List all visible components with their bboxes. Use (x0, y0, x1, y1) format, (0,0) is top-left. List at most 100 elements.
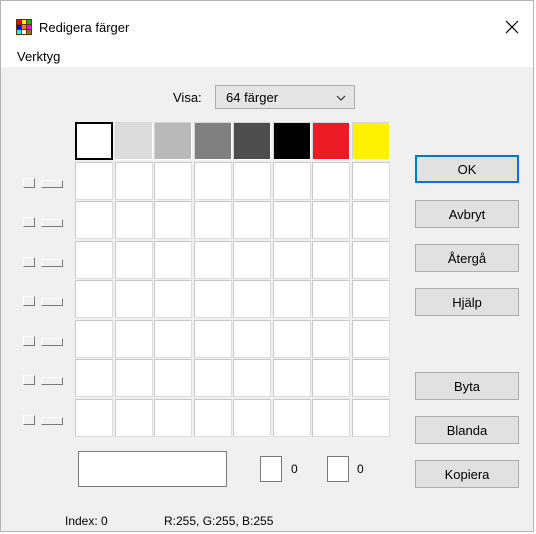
row-toggle[interactable] (23, 296, 35, 306)
color-cell[interactable] (154, 359, 192, 397)
row-toggle[interactable] (23, 414, 35, 425)
view-select[interactable]: 64 färger (215, 85, 355, 109)
color-cell[interactable] (233, 359, 271, 397)
palette-app-icon (16, 19, 32, 35)
color-cell[interactable] (193, 280, 232, 318)
chevron-down-icon (336, 95, 346, 101)
color-cell[interactable] (351, 319, 390, 358)
color-cell[interactable] (193, 240, 232, 279)
color-cell[interactable] (233, 122, 271, 160)
copy-button[interactable]: Kopiera (415, 460, 519, 488)
row-slider[interactable] (41, 219, 63, 227)
color-cell[interactable] (312, 201, 350, 239)
color-cell[interactable] (75, 319, 113, 358)
color-cell[interactable] (312, 319, 350, 358)
swap-button[interactable]: Byta (415, 372, 519, 400)
ok-button[interactable]: OK (415, 155, 519, 183)
menu-item-tools[interactable]: Verktyg (17, 49, 60, 64)
color-cell[interactable] (114, 240, 153, 279)
color-grid (75, 122, 391, 440)
color-cell[interactable] (351, 359, 390, 397)
color-cell[interactable] (154, 161, 192, 200)
value-box-1[interactable] (260, 456, 282, 482)
color-cell[interactable] (272, 359, 311, 397)
color-cell[interactable] (312, 122, 350, 160)
close-button[interactable] (497, 13, 527, 41)
title-bar: Redigera färger (1, 1, 533, 45)
color-cell[interactable] (193, 201, 232, 239)
color-cell[interactable] (75, 359, 113, 397)
color-cell[interactable] (233, 280, 271, 318)
color-cell[interactable] (312, 359, 350, 397)
row-toggle[interactable] (23, 256, 35, 267)
color-cell[interactable] (233, 240, 271, 279)
color-cell[interactable] (351, 122, 390, 160)
row-slider[interactable] (41, 298, 63, 306)
color-cell[interactable] (312, 280, 350, 318)
color-cell[interactable] (233, 201, 271, 239)
color-cell[interactable] (312, 161, 350, 200)
color-cell[interactable] (154, 240, 192, 279)
color-preview (78, 451, 227, 487)
color-cell[interactable] (193, 122, 232, 160)
help-button[interactable]: Hjälp (415, 288, 519, 316)
color-cell[interactable] (351, 201, 390, 239)
color-cell[interactable] (351, 240, 390, 279)
color-cell[interactable] (114, 398, 153, 437)
status-rgb: R:255, G:255, B:255 (164, 514, 274, 528)
row-toggle[interactable] (23, 217, 35, 227)
row-slider[interactable] (41, 258, 63, 267)
color-cell[interactable] (312, 240, 350, 279)
color-cell[interactable] (233, 398, 271, 437)
color-cell[interactable] (75, 240, 113, 279)
cancel-button[interactable]: Avbryt (415, 200, 519, 228)
row-slider[interactable] (41, 337, 63, 346)
color-cell[interactable] (75, 398, 113, 437)
color-cell[interactable] (75, 280, 113, 318)
color-cell[interactable] (351, 280, 390, 318)
color-cell[interactable] (272, 201, 311, 239)
color-cell[interactable] (272, 240, 311, 279)
color-cell[interactable] (233, 319, 271, 358)
value-box-2[interactable] (327, 456, 349, 482)
color-cell[interactable] (75, 201, 113, 239)
color-cell[interactable] (193, 359, 232, 397)
color-cell[interactable] (114, 280, 153, 318)
status-index: Index: 0 (65, 514, 108, 528)
row-toggle[interactable] (23, 177, 35, 188)
color-cell[interactable] (193, 319, 232, 358)
mix-button[interactable]: Blanda (415, 416, 519, 444)
row-toggle[interactable] (23, 335, 35, 346)
color-cell[interactable] (154, 398, 192, 437)
color-cell[interactable] (114, 359, 153, 397)
row-slider[interactable] (41, 179, 63, 188)
color-cell[interactable] (75, 161, 113, 200)
color-cell[interactable] (154, 122, 192, 160)
color-cell[interactable] (193, 398, 232, 437)
color-cell[interactable] (272, 122, 311, 160)
color-cell[interactable] (351, 398, 390, 437)
color-cell[interactable] (114, 201, 153, 239)
color-cell[interactable] (272, 161, 311, 200)
color-cell[interactable] (351, 161, 390, 200)
color-cell[interactable] (193, 161, 232, 200)
color-cell[interactable] (114, 319, 153, 358)
color-cell[interactable] (114, 161, 153, 200)
color-cell[interactable] (233, 161, 271, 200)
color-cell[interactable] (114, 122, 153, 160)
color-cell[interactable] (312, 398, 350, 437)
row-slider[interactable] (41, 416, 63, 425)
value-2: 0 (357, 462, 364, 476)
value-1: 0 (291, 462, 298, 476)
row-slider[interactable] (41, 377, 63, 385)
color-cell[interactable] (154, 201, 192, 239)
color-cell[interactable] (272, 280, 311, 318)
color-cell[interactable] (154, 280, 192, 318)
color-cell[interactable] (272, 398, 311, 437)
color-cell[interactable] (272, 319, 311, 358)
close-icon (505, 20, 519, 34)
row-toggle[interactable] (23, 375, 35, 385)
color-cell[interactable] (75, 122, 113, 160)
revert-button[interactable]: Återgå (415, 244, 519, 272)
color-cell[interactable] (154, 319, 192, 358)
